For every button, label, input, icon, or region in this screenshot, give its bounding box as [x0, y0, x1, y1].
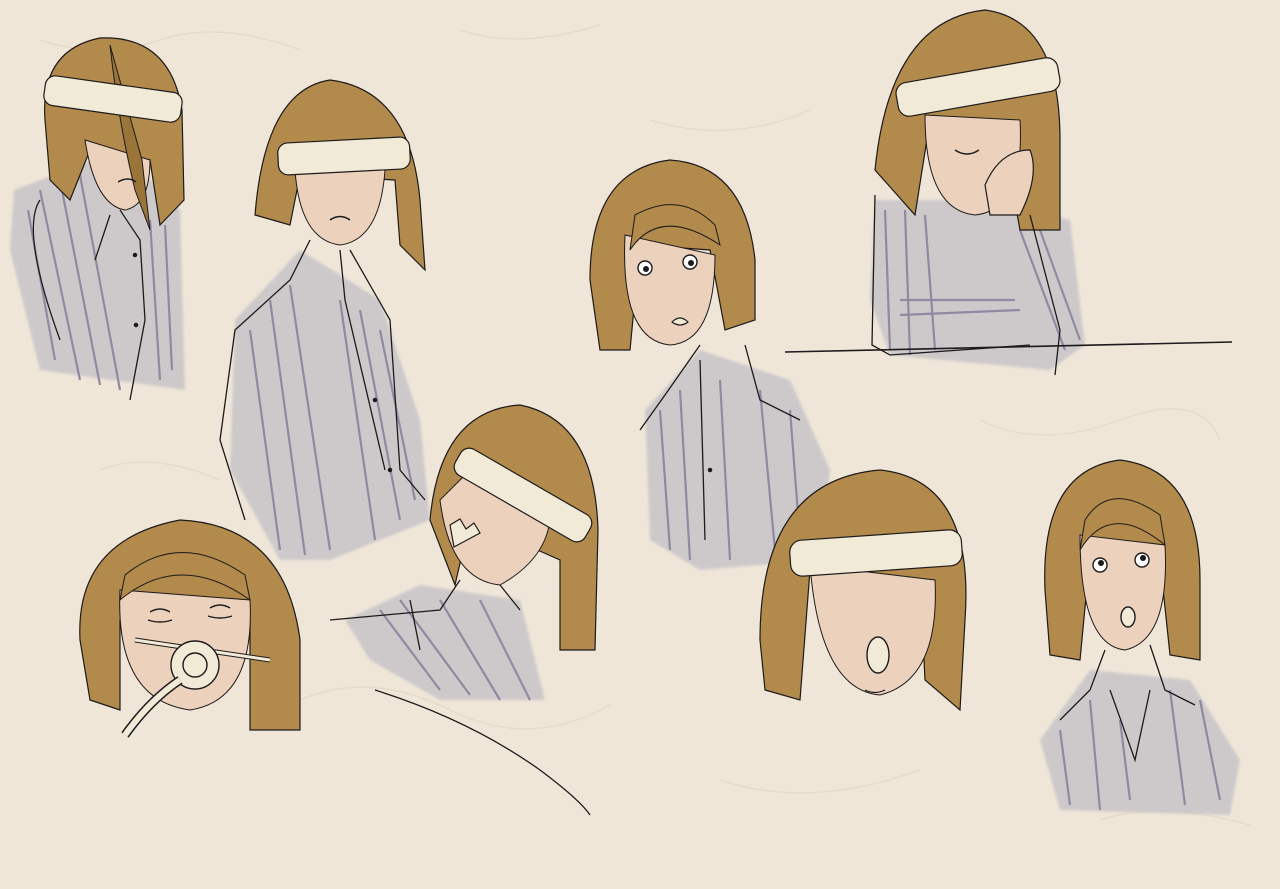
sketch-canvas	[0, 0, 1280, 889]
